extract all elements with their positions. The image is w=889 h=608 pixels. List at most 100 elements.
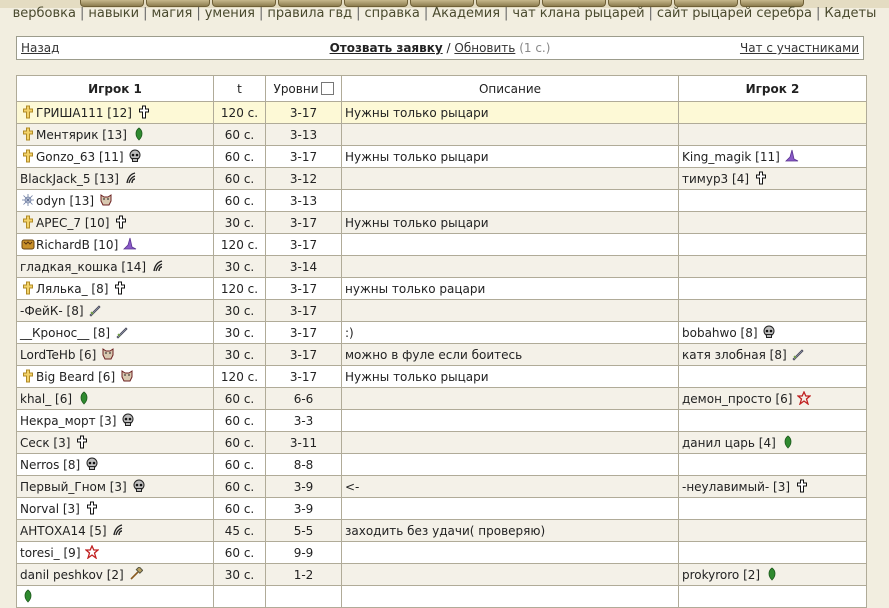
player2-cell [678,365,867,388]
table-row[interactable]: Первый_Гном [3] 60 с. 3-9 <- -неулавимый- [… [16,475,867,498]
cross-icon [115,281,126,295]
player1-name[interactable]: Лялька_ [8] [36,282,108,296]
player1-name[interactable]: гладкая_кошка [14] [20,260,146,274]
player1-cell: toresi_ [9] [16,541,214,564]
player1-name[interactable]: Сеск [3] [20,436,70,450]
player1-name[interactable]: __Кронос__ [8] [20,326,110,340]
player2-name[interactable]: данил царь [4] [682,436,776,450]
table-row[interactable]: BlackJack_5 [13] 60 с. 3-12 тимур3 [4] [16,167,867,190]
table-row[interactable]: RichardB [10] 120 с. 3-17 [16,233,867,256]
player1-cell: LordTeHb [6] [16,343,214,366]
skull-icon [86,457,98,470]
player2-name[interactable]: -неулавимый- [3] [682,480,790,494]
player1-name[interactable]: BlackJack_5 [13] [20,172,119,186]
time-cell: 60 с. [213,453,266,476]
player2-name[interactable]: демон_просто [6] [682,392,792,406]
player1-name[interactable]: Gonzo_63 [11] [36,150,124,164]
nav-link[interactable]: навыки [88,6,139,21]
nav-link[interactable]: сайт рыцарей серебра [657,6,812,21]
table-row[interactable] [16,585,867,608]
sword-icon [116,327,128,339]
nav-link[interactable]: вербовка [13,6,76,21]
player2-cell [678,585,867,608]
player1-cell: Big Beard [6] [16,365,214,388]
player1-name[interactable]: Первый_Гном [3] [20,480,127,494]
cross-gold-icon [23,215,33,229]
table-row[interactable]: Лялька_ [8] 120 с. 3-17 нужны только рацар… [16,277,867,300]
player1-name[interactable]: -ФейК- [8] [20,304,84,318]
table-row[interactable]: Big Beard [6] 120 с. 3-17 Нужны только рыц… [16,365,867,388]
player1-name[interactable]: LordTeHb [6] [20,348,96,362]
nav-separator: | [504,6,509,21]
star-icon [797,391,812,405]
player2-cell: катя злобная [8] [678,343,867,366]
player2-name[interactable]: тимур3 [4] [682,172,749,186]
player1-name[interactable]: odyn [13] [36,194,94,208]
table-row[interactable]: Ментярик [13] 60 с. 3-13 [16,123,867,146]
time-cell: 60 с. [213,123,266,146]
player2-cell: демон_просто [6] [678,387,867,410]
player1-name[interactable]: Ментярик [13] [36,128,127,142]
table-row[interactable]: __Кронос__ [8] 30 с. 3-17:) bobahwo [8] [16,321,867,344]
refresh-link[interactable]: Обновить [454,41,515,55]
player2-name[interactable]: King_magik [11] [682,150,780,164]
player1-name[interactable]: Некра_морт [3] [20,414,116,428]
sword-icon [89,305,101,317]
table-row[interactable]: АНТОХА14 [5] 45 с. 5-5 заходить без удачи(… [16,519,867,542]
table-row[interactable]: Gonzo_63 [11] 60 с. 3-17 Нужны только рыца… [16,145,867,168]
player1-name[interactable]: Nerros [8] [20,458,80,472]
action-bar: Назад Отозвать заявку / Обновить (1 с.) … [16,36,864,60]
table-row[interactable]: LordTeHb [6] 30 с. 3-17 можно в фуле если … [16,343,867,366]
player1-name[interactable]: RichardB [10] [36,238,118,252]
withdraw-link[interactable]: Отозвать заявку [330,41,443,55]
chat-link[interactable]: Чат с участниками [740,41,859,55]
player1-name[interactable]: toresi_ [9] [20,546,81,560]
player1-name[interactable]: Big Beard [6] [36,370,115,384]
table-row[interactable]: Сеск [3] 60 с. 3-11 данил царь [4] [16,431,867,454]
table-row[interactable]: toresi_ [9] 60 с. 9-9 [16,541,867,564]
table-row[interactable]: Norval [3] 60 с. 3-9 [16,497,867,520]
nav-separator: | [423,6,429,21]
table-row[interactable]: -ФейК- [8] 30 с. 3-17 [16,299,867,322]
player1-cell: Некра_морт [3] [16,409,214,432]
time-cell: 60 с. [213,387,266,410]
description-cell [341,453,679,476]
player2-name[interactable]: катя злобная [8] [682,348,787,362]
player2-cell [678,541,867,564]
table-row[interactable]: ГРИША111 [12] 120 с. 3-17 Нужны только рыц… [16,101,867,124]
player1-name[interactable]: Norval [3] [20,502,80,516]
player1-name[interactable]: ГРИША111 [12] [36,106,132,120]
table-row[interactable]: khal_ [6] 60 с. 6-6 демон_просто [6] [16,387,867,410]
description-cell: Нужны только рыцари [341,145,679,168]
time-cell: 120 с. [213,365,266,388]
nav-link[interactable]: Кадеты [824,6,876,21]
table-row[interactable]: odyn [13] 60 с. 3-13 [16,189,867,212]
table-row[interactable]: APEC_7 [10] 30 с. 3-17 Нужны только рыцари [16,211,867,234]
nav-link[interactable]: Академия [432,6,500,21]
nav-link[interactable]: чат клана рыцарей [512,6,644,21]
table-row[interactable]: гладкая_кошка [14] 30 с. 3-14 [16,255,867,278]
time-cell: 60 с. [213,167,266,190]
player2-name[interactable]: prokyroro [2] [682,568,760,582]
player1-name[interactable]: khal_ [6] [20,392,72,406]
table-row[interactable]: Nerros [8] 60 с. 8-8 [16,453,867,476]
levels-filter-checkbox[interactable] [320,81,334,95]
nav-link[interactable]: справка [365,6,420,21]
player1-cell: APEC_7 [10] [16,211,214,234]
table-row[interactable]: danil peshkov [2] 30 с. 1-2 prokyroro [2] [16,563,867,586]
nav-link[interactable]: умения [205,6,255,21]
description-cell [341,585,679,608]
player1-name[interactable]: APEC_7 [10] [36,216,110,230]
description-cell [341,255,679,278]
player1-name[interactable]: danil peshkov [2] [20,568,124,582]
table-row[interactable]: Некра_морт [3] 60 с. 3-3 [16,409,867,432]
nav-link[interactable]: магия [151,6,192,21]
nav-link[interactable]: правила гвд [267,6,352,21]
levels-cell: 3-17 [265,211,342,234]
claw-icon [126,172,136,184]
time-cell: 30 с. [213,321,266,344]
time-cell: 60 с. [213,431,266,454]
player2-cell: bobahwo [8] [678,321,867,344]
player1-name[interactable]: АНТОХА14 [5] [20,524,107,538]
player2-name[interactable]: bobahwo [8] [682,326,758,340]
